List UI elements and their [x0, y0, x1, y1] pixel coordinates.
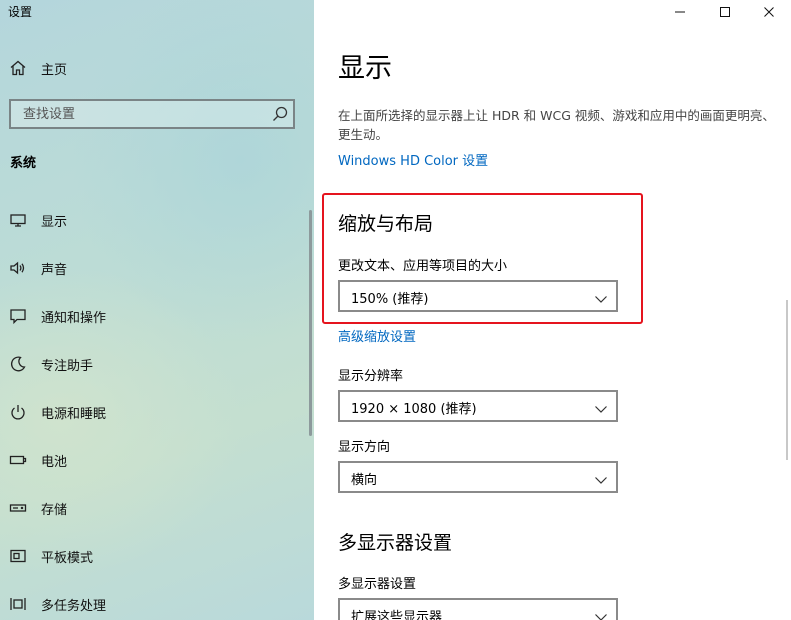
- home-icon: [8, 58, 28, 78]
- sidebar-item-focus-assist[interactable]: 专注助手: [0, 344, 300, 384]
- sidebar-item-label: 专注助手: [41, 358, 94, 374]
- scale-dropdown[interactable]: 150% (推荐): [338, 280, 618, 312]
- multi-display-dropdown[interactable]: 扩展这些显示器: [338, 598, 618, 620]
- multi-display-dropdown-value: 扩展这些显示器: [351, 610, 443, 620]
- chevron-down-icon: [594, 608, 608, 620]
- sidebar-item-home[interactable]: 主页: [0, 48, 300, 88]
- settings-window: 设置 主页 系统: [0, 0, 791, 620]
- sidebar-item-label: 主页: [41, 62, 68, 78]
- minimize-button[interactable]: [657, 0, 703, 24]
- multitask-icon: [8, 594, 28, 614]
- resolution-dropdown[interactable]: 1920 × 1080 (推荐): [338, 390, 618, 422]
- resolution-label: 显示分辨率: [338, 369, 404, 384]
- orientation-dropdown-value: 横向: [351, 473, 378, 488]
- sidebar-item-battery[interactable]: 电池: [0, 440, 300, 480]
- main-scrollbar[interactable]: [786, 300, 788, 460]
- sidebar-item-label: 平板模式: [41, 550, 94, 566]
- chevron-down-icon: [594, 400, 608, 413]
- sidebar-item-display[interactable]: 显示: [0, 200, 300, 240]
- scale-dropdown-value: 150% (推荐): [351, 292, 429, 307]
- speaker-icon: [8, 258, 28, 278]
- main-panel: 显示 在上面所选择的显示器上让 HDR 和 WCG 视频、游戏和应用中的画面更明…: [314, 0, 791, 620]
- chevron-down-icon: [594, 471, 608, 484]
- sidebar-item-tablet-mode[interactable]: 平板模式: [0, 536, 300, 576]
- multi-display-heading: 多显示器设置: [338, 532, 453, 554]
- search-input[interactable]: [11, 101, 273, 127]
- storage-icon: [8, 498, 28, 518]
- sidebar-item-label: 多任务处理: [41, 598, 107, 614]
- advanced-scaling-link[interactable]: 高级缩放设置: [338, 326, 416, 345]
- chevron-down-icon: [594, 290, 608, 303]
- sidebar-item-label: 电源和睡眠: [41, 406, 107, 422]
- orientation-dropdown[interactable]: 横向: [338, 461, 618, 493]
- search-box: [9, 99, 295, 129]
- multi-display-label: 多显示器设置: [338, 577, 417, 592]
- sidebar-item-label: 显示: [41, 214, 68, 230]
- hd-color-settings-link[interactable]: Windows HD Color 设置: [338, 150, 488, 169]
- minimize-icon: [674, 3, 686, 22]
- scale-layout-heading: 缩放与布局: [338, 213, 434, 235]
- maximize-button[interactable]: [702, 0, 748, 24]
- section-heading-system: 系统: [10, 156, 37, 171]
- sidebar-item-label: 电池: [41, 454, 68, 470]
- sidebar-item-label: 通知和操作: [41, 310, 107, 326]
- sidebar-item-sound[interactable]: 声音: [0, 248, 300, 288]
- resolution-dropdown-value: 1920 × 1080 (推荐): [351, 402, 477, 417]
- sidebar-item-storage[interactable]: 存储: [0, 488, 300, 528]
- page-title: 显示: [338, 53, 392, 84]
- search-icon[interactable]: [271, 105, 289, 123]
- sidebar-item-label: 存储: [41, 502, 68, 518]
- app-title: 设置: [8, 5, 33, 19]
- orientation-label: 显示方向: [338, 440, 391, 455]
- monitor-icon: [8, 210, 28, 230]
- close-button[interactable]: [746, 0, 791, 24]
- sidebar-item-label: 声音: [41, 262, 68, 278]
- sidebar-item-notifications[interactable]: 通知和操作: [0, 296, 300, 336]
- sidebar-scrollbar[interactable]: [309, 210, 312, 436]
- close-icon: [763, 3, 775, 22]
- power-icon: [8, 402, 28, 422]
- sidebar: 设置 主页 系统: [0, 0, 314, 620]
- moon-icon: [8, 354, 28, 374]
- message-icon: [8, 306, 28, 326]
- scale-label: 更改文本、应用等项目的大小: [338, 259, 508, 274]
- sidebar-item-multitasking[interactable]: 多任务处理: [0, 584, 300, 620]
- tablet-icon: [8, 546, 28, 566]
- sidebar-item-power[interactable]: 电源和睡眠: [0, 392, 300, 432]
- maximize-icon: [719, 3, 731, 22]
- battery-icon: [8, 450, 28, 470]
- hdr-description: 在上面所选择的显示器上让 HDR 和 WCG 视频、游戏和应用中的画面更明亮、更…: [338, 108, 775, 142]
